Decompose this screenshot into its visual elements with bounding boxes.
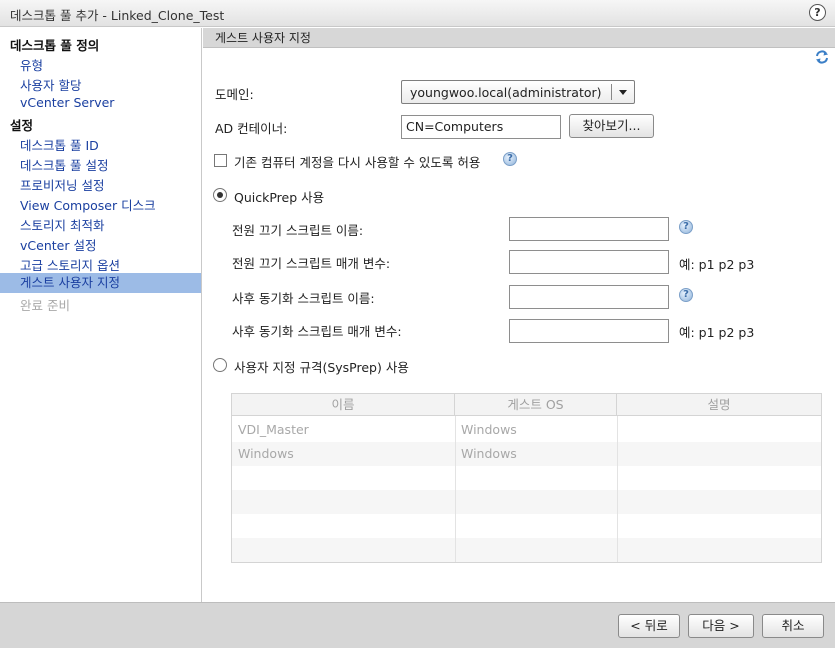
table-row[interactable]: Windows Windows (232, 442, 821, 466)
domain-value: youngwoo.local(administrator) (410, 85, 602, 100)
chevron-down-icon (619, 90, 627, 95)
sysprep-label: 사용자 지정 규격(SysPrep) 사용 (234, 360, 409, 375)
ad-container-label: AD 컨테이너: (215, 121, 288, 136)
cancel-button[interactable]: 취소 (762, 614, 824, 638)
wizard-footer: < 뒤로 다음 > 취소 (0, 602, 835, 648)
sidebar-item-view-composer-disks[interactable]: View Composer 디스크 (20, 195, 156, 214)
column-header-name[interactable]: 이름 (232, 394, 455, 416)
postsync-params-label: 사후 동기화 스크립트 매개 변수: (232, 324, 402, 339)
column-header-guest-os[interactable]: 게스트 OS (455, 394, 617, 416)
help-icon[interactable]: ? (503, 152, 517, 166)
sidebar-item-advanced-storage-options[interactable]: 고급 스토리지 옵션 (20, 255, 120, 274)
help-icon[interactable]: ? (809, 4, 826, 21)
poweroff-params-example: 예: p1 p2 p3 (679, 257, 755, 272)
sidebar-item-type[interactable]: 유형 (20, 55, 43, 74)
domain-label: 도메인: (215, 87, 254, 102)
help-icon[interactable]: ? (679, 288, 693, 302)
window-title: 데스크톱 풀 추가 - Linked_Clone_Test (10, 8, 225, 23)
table-empty-row (232, 538, 821, 562)
section-title: 게스트 사용자 지정 (203, 28, 835, 48)
reuse-accounts-checkbox[interactable] (214, 154, 227, 167)
poweroff-params-label: 전원 끄기 스크립트 매개 변수: (232, 256, 391, 271)
table-cell (617, 418, 821, 442)
table-cell: VDI_Master (238, 422, 309, 437)
sidebar-item-pool-settings[interactable]: 데스크톱 풀 설정 (20, 155, 108, 174)
table-cell: Windows (461, 446, 517, 461)
column-divider (617, 416, 618, 562)
sidebar-heading-pool-definition: 데스크톱 풀 정의 (10, 38, 100, 53)
table-cell: Windows (238, 446, 294, 461)
table-cell (617, 442, 821, 466)
next-button[interactable]: 다음 > (688, 614, 754, 638)
back-button[interactable]: < 뒤로 (618, 614, 680, 638)
table-row[interactable]: VDI_Master Windows (232, 418, 821, 442)
sidebar-heading-settings: 설정 (10, 118, 34, 133)
table-empty-row (232, 490, 821, 514)
dropdown-separator (611, 84, 612, 100)
wizard-sidebar: 데스크톱 풀 정의 유형 사용자 할당 vCenter Server 설정 데스… (0, 28, 202, 602)
column-header-description[interactable]: 설명 (617, 394, 821, 416)
sidebar-item-guest-customization[interactable]: 게스트 사용자 지정 (0, 273, 201, 293)
sidebar-item-provisioning-settings[interactable]: 프로비저닝 설정 (20, 175, 104, 194)
sidebar-item-vcenter-settings[interactable]: vCenter 설정 (20, 235, 96, 254)
table-empty-row (232, 514, 821, 538)
refresh-icon[interactable] (814, 49, 830, 65)
customization-spec-table: 이름 게스트 OS 설명 VDI_Master Windows Windows … (231, 393, 822, 563)
title-bar: 데스크톱 풀 추가 - Linked_Clone_Test ? (0, 0, 835, 27)
poweroff-script-label: 전원 끄기 스크립트 이름: (232, 223, 364, 238)
postsync-script-label: 사후 동기화 스크립트 이름: (232, 291, 375, 306)
quickprep-label: QuickPrep 사용 (234, 190, 325, 205)
sysprep-radio[interactable] (213, 358, 227, 372)
sidebar-item-user-assignment[interactable]: 사용자 할당 (20, 75, 81, 94)
sidebar-item-pool-id[interactable]: 데스크톱 풀 ID (20, 135, 99, 154)
sidebar-item-ready-to-complete: 완료 준비 (20, 298, 70, 313)
table-cell: Windows (461, 422, 517, 437)
column-divider (455, 416, 456, 562)
domain-dropdown[interactable]: youngwoo.local(administrator) (401, 80, 635, 104)
postsync-params-input[interactable] (509, 319, 669, 343)
ad-container-input[interactable]: CN=Computers (401, 115, 561, 139)
reuse-accounts-label: 기존 컴퓨터 계정을 다시 사용할 수 있도록 허용 (234, 155, 481, 170)
browse-button[interactable]: 찾아보기... (569, 114, 654, 138)
table-header: 이름 게스트 OS 설명 (232, 394, 821, 416)
postsync-script-input[interactable] (509, 285, 669, 309)
sidebar-item-vcenter-server[interactable]: vCenter Server (20, 95, 114, 110)
poweroff-script-input[interactable] (509, 217, 669, 241)
postsync-params-example: 예: p1 p2 p3 (679, 325, 755, 340)
poweroff-params-input[interactable] (509, 250, 669, 274)
table-empty-row (232, 466, 821, 490)
help-icon[interactable]: ? (679, 220, 693, 234)
sidebar-item-storage-optimization[interactable]: 스토리지 최적화 (20, 215, 104, 234)
quickprep-radio[interactable] (213, 188, 227, 202)
